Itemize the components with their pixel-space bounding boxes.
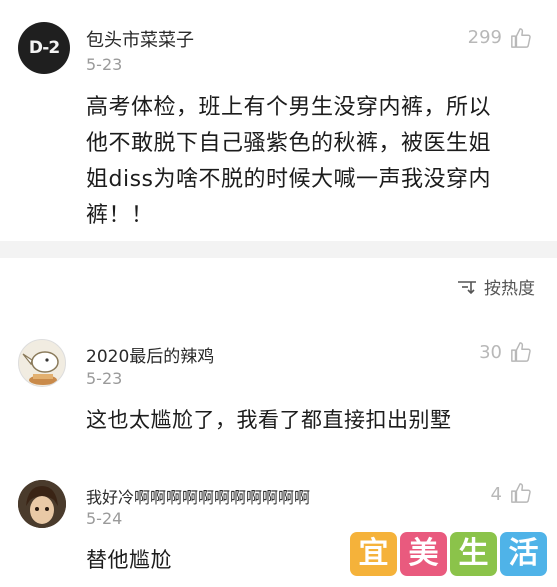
watermark-char: 活 [500,532,547,576]
username[interactable]: 2020最后的辣鸡 [86,342,214,367]
reply-body: 替他尴尬 [86,548,172,572]
anime-girl-icon [18,480,66,528]
comment-date: 5-23 [86,55,123,74]
comment-date: 5-24 [86,509,123,528]
like-count: 30 [479,342,502,363]
cartoon-chicken-icon [22,351,59,385]
watermark-char: 生 [450,532,497,576]
avatar[interactable] [18,339,66,387]
username[interactable]: 我好冷啊啊啊啊啊啊啊啊啊啊啊 [86,484,310,508]
reply-body: 这也太尴尬了，我看了都直接扣出别墅 [86,408,452,432]
section-divider [0,241,557,258]
username[interactable]: 包头市菜菜子 [86,26,194,52]
thumbs-up-icon[interactable] [510,482,532,504]
comment-line: 裤！！ [86,203,154,228]
sort-label: 按热度 [484,279,535,299]
avatar[interactable] [18,480,66,528]
comment-line: 高考体检，班上有个男生没穿内裤，所以 [86,95,492,120]
sort-icon [458,280,476,294]
watermark-char: 美 [400,532,447,576]
avatar[interactable]: D-2 [18,22,70,74]
like-count: 299 [467,27,502,48]
like-count: 4 [490,484,502,505]
watermark-char: 宜 [350,532,397,576]
thumbs-up-icon[interactable] [510,27,532,49]
comment-body: 高考体检，班上有个男生没穿内裤，所以 他不敢脱下自己骚紫色的秋裤，被医生姐 姐d… [86,90,491,234]
main-comment: D-2 包头市菜菜子 5-23 299 高考体检，班上有个男生没穿内裤，所以 他… [0,0,557,240]
comment-line: 他不敢脱下自己骚紫色的秋裤，被医生姐 [86,131,492,156]
comment-page: D-2 包头市菜菜子 5-23 299 高考体检，班上有个男生没穿内裤，所以 他… [0,0,557,587]
avatar-text: D-2 [28,38,60,58]
sort-button[interactable]: 按热度 [457,274,535,299]
thumbs-up-icon[interactable] [510,341,532,363]
comment-line: 姐diss为啥不脱的时候大喊一声我没穿内 [86,167,492,192]
comment-date: 5-23 [86,369,123,388]
watermark-logo: 宜 美 生 活 [350,532,550,576]
